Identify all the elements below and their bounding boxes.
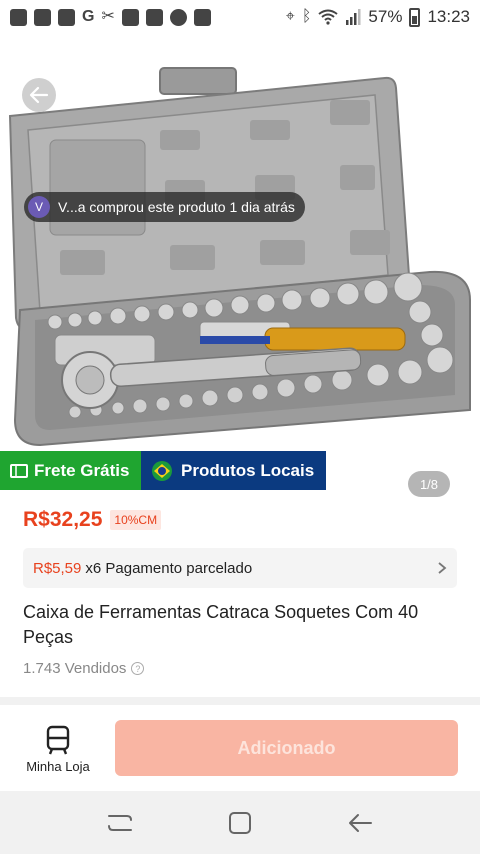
navigation-bar — [0, 791, 480, 854]
system-icons: ⌖ ᛒ 57% 13:23 — [286, 7, 470, 27]
location-icon: ⌖ — [285, 8, 295, 25]
app-square-icon — [193, 8, 211, 26]
installment-row[interactable]: R$5,59 x6 Pagamento parcelado — [23, 548, 457, 588]
back-nav-button[interactable] — [340, 803, 380, 843]
brazil-flag-icon — [152, 460, 172, 481]
clock: 13:23 — [427, 7, 470, 26]
product-title: Caixa de Ferramentas Catraca Soquetes Co… — [23, 602, 419, 647]
sold-count-text: 1.743 Vendidos — [23, 660, 127, 677]
price: R$32,25 — [23, 508, 103, 531]
scissors-icon: ✂ — [101, 8, 115, 25]
home-icon — [229, 811, 251, 834]
home-button[interactable] — [220, 803, 260, 843]
google-icon: G — [82, 8, 95, 25]
mail-icon — [121, 8, 139, 26]
discount-tag: 10%CM — [110, 510, 162, 530]
back-arrow-icon — [29, 86, 49, 104]
app-icon — [169, 8, 187, 26]
chevron-right-icon — [438, 562, 447, 574]
gallery-counter: 1/8 — [408, 471, 450, 497]
recent-purchase-toast: V V...a comprou este produto 1 dia atrás — [24, 192, 305, 222]
back-button[interactable] — [22, 78, 56, 112]
notification-icons: G ✂ — [10, 8, 211, 26]
free-shipping-label: Frete Grátis — [34, 460, 130, 480]
add-to-cart-button[interactable]: Adicionado — [115, 720, 458, 776]
installment-text: x6 Pagamento parcelado — [85, 559, 253, 577]
help-icon[interactable]: ? — [131, 662, 145, 675]
bluetooth-icon: ᛒ — [301, 8, 312, 25]
status-bar: G ✂ ⌖ ᛒ 57% 13:23 — [0, 0, 480, 34]
message-icon — [34, 8, 51, 26]
sold-count: 1.743 Vendidos ? — [23, 660, 145, 677]
recent-apps-button[interactable] — [100, 803, 140, 843]
back-nav-icon — [349, 813, 372, 832]
battery-icon — [409, 7, 421, 27]
local-products-badge: Produtos Locais — [141, 451, 326, 490]
my-store-label: Minha Loja — [26, 759, 90, 774]
ticket-icon — [10, 463, 28, 478]
section-divider — [0, 697, 480, 705]
product-gallery[interactable]: V V...a comprou este produto 1 dia atrás… — [0, 34, 480, 504]
signal-icon — [346, 9, 361, 25]
battery-percent: 57% — [368, 7, 403, 26]
product-screen: G ✂ ⌖ ᛒ 57% 13:23 V V...a comprou este p… — [0, 0, 480, 854]
my-store-button[interactable]: Minha Loja — [16, 725, 100, 774]
local-products-label: Produtos Locais — [181, 460, 315, 480]
product-badges: Frete Grátis Produtos Locais — [0, 451, 326, 490]
installment-amount: R$5,59 — [33, 559, 82, 577]
action-bar: Minha Loja Adicionado — [0, 705, 480, 791]
buyer-avatar: V — [28, 196, 50, 218]
toast-text: V...a comprou este produto 1 dia atrás — [58, 199, 295, 215]
card-icon — [58, 8, 75, 26]
chat-icon — [10, 8, 27, 26]
image-icon — [145, 8, 163, 26]
wifi-icon — [318, 9, 339, 25]
recent-apps-icon — [108, 814, 132, 831]
free-shipping-badge: Frete Grátis — [0, 451, 141, 490]
product-image — [8, 67, 471, 447]
price-row: R$32,25 10%CM — [23, 508, 162, 532]
store-icon — [46, 725, 70, 755]
